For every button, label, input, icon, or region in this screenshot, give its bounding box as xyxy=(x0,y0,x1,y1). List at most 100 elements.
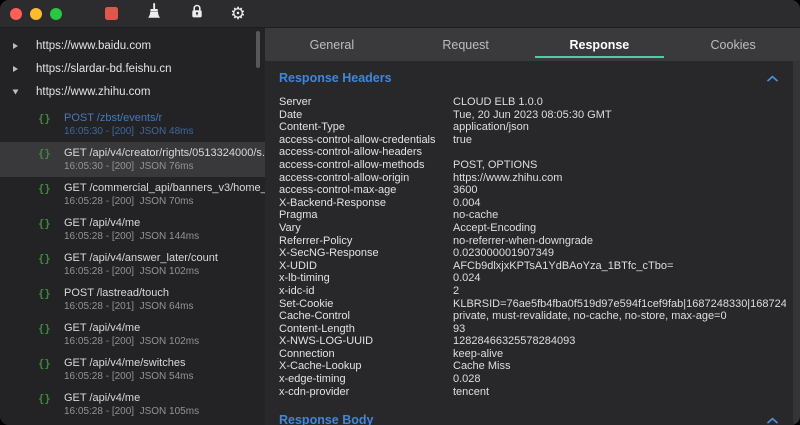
ssl-proxy-button[interactable] xyxy=(186,4,208,24)
header-value: 0.004 xyxy=(453,197,786,210)
header-value: no-cache xyxy=(453,209,786,222)
json-braces-icon: {} xyxy=(38,393,51,405)
request-row[interactable]: {} GET /api/v4/me 16:05:28 - [200] JSON … xyxy=(0,387,265,422)
close-window-icon[interactable] xyxy=(10,8,22,20)
header-key: access-control-allow-origin xyxy=(279,172,453,185)
header-key: X-Cache-Lookup xyxy=(279,360,453,373)
request-row[interactable]: {} GET /api/v4/creator/rights/0513324000… xyxy=(0,142,265,177)
header-row: X-SecNG-Response 0.023000001907349 xyxy=(279,247,786,260)
header-value: no-referrer-when-downgrade xyxy=(453,235,786,248)
request-row[interactable]: {} GET /api/v4/me 16:05:28 - [200] JSON … xyxy=(0,317,265,352)
request-row[interactable]: {} GET /api/v4/me/switches 16:05:28 - [2… xyxy=(0,352,265,387)
disclosure-triangle-icon[interactable] xyxy=(13,89,19,94)
collapse-body-button[interactable] xyxy=(767,411,778,425)
domain-list: https://www.baidu.com https://slardar-bd… xyxy=(0,34,265,103)
response-headers-title: Response Headers xyxy=(279,71,392,85)
stop-record-button[interactable] xyxy=(100,4,122,24)
detail-tab[interactable]: General xyxy=(265,28,399,61)
header-row: access-control-allow-methods POST, OPTIO… xyxy=(279,159,786,172)
tab-label: Cookies xyxy=(711,38,756,52)
request-method-path: POST /lastread/touch xyxy=(64,286,259,300)
header-key: X-SecNG-Response xyxy=(279,247,453,260)
header-row: x-lb-timing 0.024 xyxy=(279,272,786,285)
response-body-title: Response Body xyxy=(279,413,373,425)
header-value: AFCb9dlxjxKPTsA1YdBAoYza_1BTfc_cTbo= xyxy=(453,260,786,273)
response-content: Response Headers Server CLOUD ELB 1.0.0 … xyxy=(265,61,800,425)
tab-label: Response xyxy=(570,38,630,52)
panel-scrollbar[interactable] xyxy=(793,61,800,425)
header-key: Cache-Control xyxy=(279,310,453,323)
header-key: Vary xyxy=(279,222,453,235)
request-method-path: POST /zbst/events/r xyxy=(64,111,259,125)
header-value: 93 xyxy=(453,323,786,336)
header-key: Content-Type xyxy=(279,121,453,134)
request-meta: 16:05:28 - [200] JSON 70ms xyxy=(64,195,259,208)
detail-tab[interactable]: Cookies xyxy=(666,28,800,61)
header-value xyxy=(453,146,786,159)
header-value: application/json xyxy=(453,121,786,134)
request-row[interactable]: {} POST /lastread/touch 16:05:28 - [201]… xyxy=(0,282,265,317)
header-value: CLOUD ELB 1.0.0 xyxy=(453,96,786,109)
header-value: Accept-Encoding xyxy=(453,222,786,235)
sidebar-scrollbar[interactable] xyxy=(256,31,260,68)
header-row: x-edge-timing 0.028 xyxy=(279,373,786,386)
json-braces-icon: {} xyxy=(38,113,51,125)
disclosure-triangle-icon[interactable] xyxy=(13,66,18,72)
header-row: X-Backend-Response 0.004 xyxy=(279,197,786,210)
header-value: keep-alive xyxy=(453,348,786,361)
domain-url: https://www.baidu.com xyxy=(36,40,151,52)
request-method-path: GET /api/v4/me xyxy=(64,216,259,230)
request-row[interactable]: {} POST /zbst/events/r 16:05:30 - [200] … xyxy=(0,107,265,142)
request-sidebar: https://www.baidu.com https://slardar-bd… xyxy=(0,28,265,425)
json-braces-icon: {} xyxy=(38,183,51,195)
header-value: 3600 xyxy=(453,184,786,197)
header-value: private, must-revalidate, no-cache, no-s… xyxy=(453,310,786,323)
request-meta: 16:05:30 - [200] JSON 76ms xyxy=(64,160,259,173)
header-value: tencent xyxy=(453,386,786,399)
minimize-window-icon[interactable] xyxy=(30,8,42,20)
request-method-path: GET /commercial_api/banners_v3/home_... xyxy=(64,181,259,195)
header-row: Server CLOUD ELB 1.0.0 xyxy=(279,96,786,109)
header-key: Set-Cookie xyxy=(279,298,453,311)
traffic-lights xyxy=(10,8,62,20)
header-row: Content-Type application/json xyxy=(279,121,786,134)
request-row[interactable]: {} GET /api/v4/me 16:05:28 - [200] JSON … xyxy=(0,212,265,247)
header-row: access-control-max-age 3600 xyxy=(279,184,786,197)
header-key: x-lb-timing xyxy=(279,272,453,285)
header-key: access-control-max-age xyxy=(279,184,453,197)
header-key: Server xyxy=(279,96,453,109)
response-headers-section-head: Response Headers xyxy=(279,69,786,87)
collapse-headers-button[interactable] xyxy=(767,69,778,87)
sidebar-domain-row[interactable]: https://www.baidu.com xyxy=(0,34,265,57)
header-key: X-Backend-Response xyxy=(279,197,453,210)
request-row[interactable]: {} GET /api/v4/answer_later/count 16:05:… xyxy=(0,247,265,282)
disclosure-triangle-icon[interactable] xyxy=(13,43,18,49)
sidebar-domain-row[interactable]: https://slardar-bd.feishu.cn xyxy=(0,57,265,80)
maximize-window-icon[interactable] xyxy=(50,8,62,20)
header-row: Pragma no-cache xyxy=(279,209,786,222)
header-key: x-idc-id xyxy=(279,285,453,298)
header-value: Tue, 20 Jun 2023 08:05:30 GMT xyxy=(453,109,786,122)
detail-tab[interactable]: Request xyxy=(399,28,533,61)
header-key: Date xyxy=(279,109,453,122)
detail-tab[interactable]: Response xyxy=(533,28,667,61)
tab-label: Request xyxy=(442,38,489,52)
clear-session-button[interactable] xyxy=(143,4,165,24)
header-value: 0.028 xyxy=(453,373,786,386)
response-body-section-head: Response Body xyxy=(279,411,786,425)
broom-icon xyxy=(145,2,163,25)
sidebar-domain-row[interactable]: https://www.zhihu.com xyxy=(0,80,265,103)
header-key: Pragma xyxy=(279,209,453,222)
settings-button[interactable]: ⚙ xyxy=(227,4,249,24)
titlebar: ⚙ xyxy=(0,0,800,28)
json-braces-icon: {} xyxy=(38,218,51,230)
request-row[interactable]: {} GET /commercial_api/banners_v3/home_.… xyxy=(0,177,265,212)
detail-panel: General Request Response Cookies Respons… xyxy=(265,28,800,425)
header-value: 0.024 xyxy=(453,272,786,285)
header-row: Set-Cookie KLBRSID=76ae5fb4fba0f519d97e5… xyxy=(279,298,786,311)
domain-url: https://www.zhihu.com xyxy=(36,86,150,98)
header-row: x-cdn-provider tencent xyxy=(279,386,786,399)
header-key: access-control-allow-methods xyxy=(279,159,453,172)
header-row: Vary Accept-Encoding xyxy=(279,222,786,235)
request-method-path: GET /api/v4/creator/rights/0513324000/s.… xyxy=(64,146,259,160)
